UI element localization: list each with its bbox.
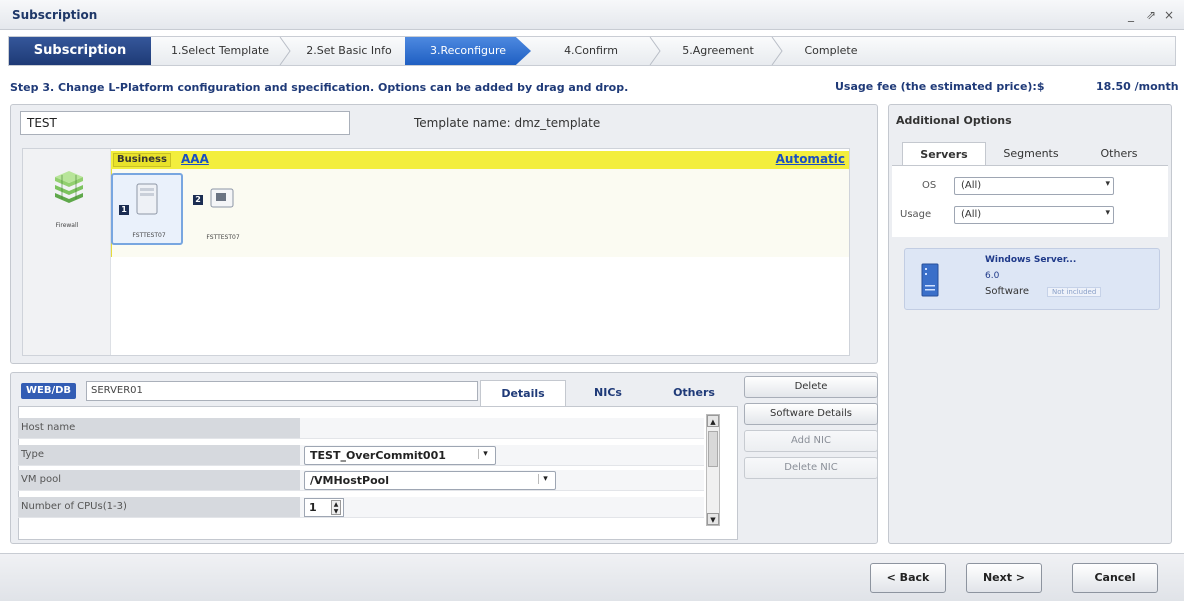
os-filter-select[interactable]: (All) ▾ (954, 177, 1114, 195)
server-number-badge: 1 (119, 205, 129, 215)
host-name-field[interactable] (300, 418, 704, 438)
wizard-step-subscription: Subscription (9, 37, 151, 65)
server-name-input[interactable]: SERVER01 (86, 381, 478, 401)
cpus-stepper[interactable]: 1 ▲ ▼ (304, 498, 344, 517)
platform-canvas[interactable]: Firewall Business AAA Automatic 1 FSTTES… (22, 148, 850, 356)
cpus-label: Number of CPUs(1-3) (18, 497, 300, 517)
add-nic-button[interactable]: Add NIC (744, 430, 878, 452)
software-type: Software (985, 286, 1030, 297)
firewall-icon[interactable] (51, 169, 87, 203)
scrollbar-thumb[interactable] (708, 431, 718, 467)
os-filter-label: OS (922, 180, 937, 191)
restore-icon[interactable]: ⇗ (1146, 8, 1156, 22)
vm-pool-value-cell: /VMHostPool ▾ (300, 470, 704, 490)
wizard-step-set-basic-info: 2.Set Basic Info (306, 44, 392, 57)
os-filter-value: (All) (961, 180, 982, 191)
usage-filter-label: Usage (900, 209, 932, 220)
step-separator-icon (279, 37, 291, 65)
delete-nic-button[interactable]: Delete NIC (744, 457, 878, 479)
cpus-stepper-value: 1 (309, 501, 317, 514)
server-node-1[interactable]: 1 FSTTEST07 (111, 173, 183, 245)
wizard-step-reconfigure: 3.Reconfigure (405, 37, 531, 65)
server-icon (136, 183, 158, 215)
chevron-down-icon: ▾ (538, 474, 552, 484)
window-title: Subscription (12, 8, 98, 22)
tab-segments[interactable]: Segments (986, 142, 1076, 166)
tab-others-options[interactable]: Others (1076, 142, 1162, 166)
host-name-label: Host name (18, 418, 300, 438)
step-separator-icon (649, 37, 661, 65)
detail-row-cpus: Number of CPUs(1-3) 1 ▲ ▼ (18, 497, 704, 518)
wizard-step-select-template: 1.Select Template (170, 44, 270, 57)
usage-fee-label: Usage fee (the estimated price):$ (835, 80, 1045, 93)
close-icon[interactable]: × (1164, 8, 1174, 22)
wizard-step-complete: Complete (804, 44, 858, 57)
software-status-badge: Not included (1047, 287, 1102, 297)
template-name-label: Template name: dmz_template (414, 116, 601, 130)
software-version: 6.0 (985, 271, 1000, 281)
delete-button[interactable]: Delete (744, 376, 878, 398)
software-option-card[interactable]: Windows Server... 6.0 Software Not inclu… (904, 248, 1160, 310)
minimize-icon[interactable]: _ (1128, 8, 1134, 22)
tab-details[interactable]: Details (480, 380, 566, 406)
wizard-step-confirm: 4.Confirm (564, 44, 618, 57)
segment-type-tag: Business (113, 153, 171, 167)
wizard-step-agreement: 5.Agreement (682, 44, 754, 57)
stepper-arrows-icon[interactable]: ▲ ▼ (331, 500, 341, 515)
vm-pool-select-value: /VMHostPool (310, 474, 389, 487)
software-server-icon (921, 263, 939, 297)
server-label: FSTTEST07 (206, 234, 240, 241)
server-type-tag: WEB/DB (21, 383, 77, 399)
wizard-step-bar: Subscription 1.Select Template 2.Set Bas… (8, 36, 1176, 66)
tab-others[interactable]: Others (650, 380, 738, 406)
step-separator-icon (771, 37, 783, 65)
detail-row-host-name: Host name (18, 418, 704, 439)
tab-nics[interactable]: NICs (566, 380, 650, 406)
options-filter-area: OS (All) ▾ Usage (All) ▾ (892, 165, 1168, 237)
software-title: Windows Server... (985, 255, 1077, 265)
type-select[interactable]: TEST_OverCommit001 ▾ (304, 446, 496, 465)
cpus-value-cell: 1 ▲ ▼ (300, 497, 704, 517)
platform-name-input[interactable]: TEST (20, 111, 350, 135)
additional-options-title: Additional Options (896, 114, 1012, 127)
firewall-area: Firewall (23, 149, 111, 355)
server-icon (210, 188, 234, 208)
segment-name-link[interactable]: AAA (181, 152, 209, 166)
detail-row-vm-pool: VM pool /VMHostPool ▾ (18, 470, 704, 491)
scroll-up-icon[interactable]: ▲ (707, 415, 719, 427)
step-instructions: Step 3. Change L-Platform configuration … (10, 81, 629, 94)
server-label: FSTTEST07 (132, 232, 166, 239)
scroll-down-icon[interactable]: ▼ (707, 513, 719, 525)
chevron-down-icon: ▾ (1105, 179, 1110, 189)
vm-pool-label: VM pool (18, 470, 300, 490)
server-number-badge: 2 (193, 195, 203, 205)
type-value-cell: TEST_OverCommit001 ▾ (300, 445, 704, 465)
usage-fee-value: 18.50 /month (1096, 80, 1179, 93)
back-button[interactable]: < Back (870, 563, 946, 593)
segment-header: Business AAA Automatic (111, 151, 849, 169)
software-details-button[interactable]: Software Details (744, 403, 878, 425)
vm-pool-select[interactable]: /VMHostPool ▾ (304, 471, 556, 490)
usage-filter-select[interactable]: (All) ▾ (954, 206, 1114, 224)
next-button[interactable]: Next > (966, 563, 1042, 593)
firewall-label: Firewall (55, 222, 79, 229)
type-label: Type (18, 445, 300, 465)
details-scrollbar[interactable]: ▲ ▼ (706, 414, 720, 526)
window-titlebar: Subscription _ ⇗ × (0, 0, 1184, 30)
server-node-2[interactable]: 2 FSTTEST07 (187, 173, 259, 245)
cancel-button[interactable]: Cancel (1072, 563, 1158, 593)
type-select-value: TEST_OverCommit001 (310, 449, 446, 462)
segment-mode-link[interactable]: Automatic (776, 152, 845, 166)
tab-servers[interactable]: Servers (902, 142, 986, 166)
usage-filter-value: (All) (961, 209, 982, 220)
detail-row-type: Type TEST_OverCommit001 ▾ (18, 445, 704, 466)
chevron-down-icon: ▾ (478, 449, 492, 459)
chevron-down-icon: ▾ (1105, 208, 1110, 218)
